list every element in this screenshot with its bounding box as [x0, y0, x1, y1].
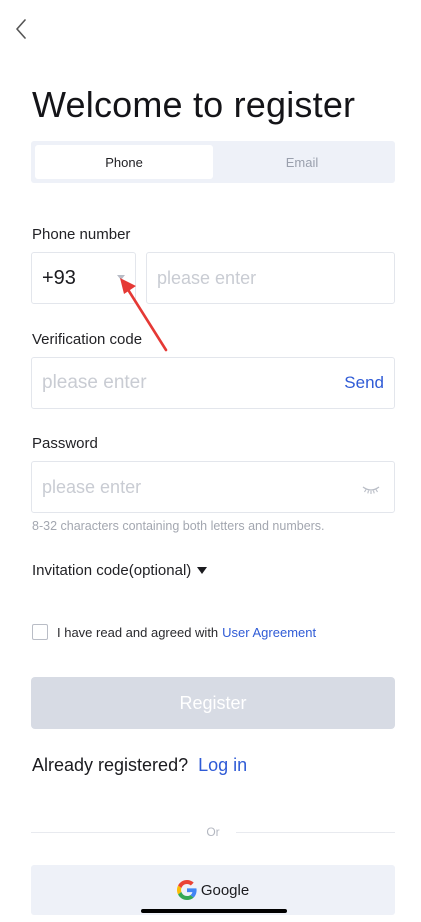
agreement-row: I have read and agreed with User Agreeme…: [32, 624, 316, 640]
or-divider: Or: [31, 822, 395, 842]
register-method-tabs: Phone Email: [31, 141, 395, 183]
password-label: Password: [32, 435, 98, 452]
verification-code-placeholder: please enter: [42, 372, 147, 393]
annotation-arrow: [120, 278, 168, 352]
login-prompt-text: Already registered?: [32, 755, 189, 775]
agreement-text: I have read and agreed with: [57, 624, 219, 640]
user-agreement-link[interactable]: User Agreement: [222, 625, 316, 640]
password-placeholder: please enter: [42, 476, 142, 497]
or-text: Or: [206, 825, 220, 839]
google-signin-button[interactable]: Google: [31, 865, 395, 915]
phone-number-input[interactable]: please enter: [146, 252, 395, 304]
country-code-value: +93: [42, 266, 76, 289]
caret-down-icon: [197, 567, 208, 574]
page-title: Welcome to register: [32, 84, 356, 125]
google-label: Google: [200, 881, 250, 899]
home-indicator: [141, 909, 287, 913]
divider-line-right: [235, 831, 395, 833]
password-hint: 8-32 characters containing both letters …: [32, 519, 325, 533]
divider-line-left: [31, 831, 191, 833]
invitation-code-label: Invitation code(optional): [32, 562, 192, 579]
back-button[interactable]: [10, 16, 32, 42]
chevron-left-icon: [16, 19, 26, 39]
send-code-button[interactable]: Send: [344, 373, 384, 393]
google-logo-icon: [176, 880, 197, 900]
login-prompt: Already registered? Log in: [32, 755, 247, 776]
tab-phone[interactable]: Phone: [35, 145, 213, 179]
invitation-code-toggle[interactable]: Invitation code(optional): [32, 562, 208, 579]
login-link[interactable]: Log in: [198, 755, 247, 775]
agreement-checkbox[interactable]: [32, 624, 48, 640]
tab-email[interactable]: Email: [213, 145, 391, 179]
eye-closed-icon: [362, 486, 380, 494]
register-button[interactable]: Register: [31, 677, 395, 729]
phone-number-label: Phone number: [32, 226, 131, 243]
password-input[interactable]: please enter: [31, 461, 395, 513]
verification-code-input[interactable]: please enter Send: [31, 357, 395, 409]
password-visibility-toggle[interactable]: [362, 482, 380, 500]
